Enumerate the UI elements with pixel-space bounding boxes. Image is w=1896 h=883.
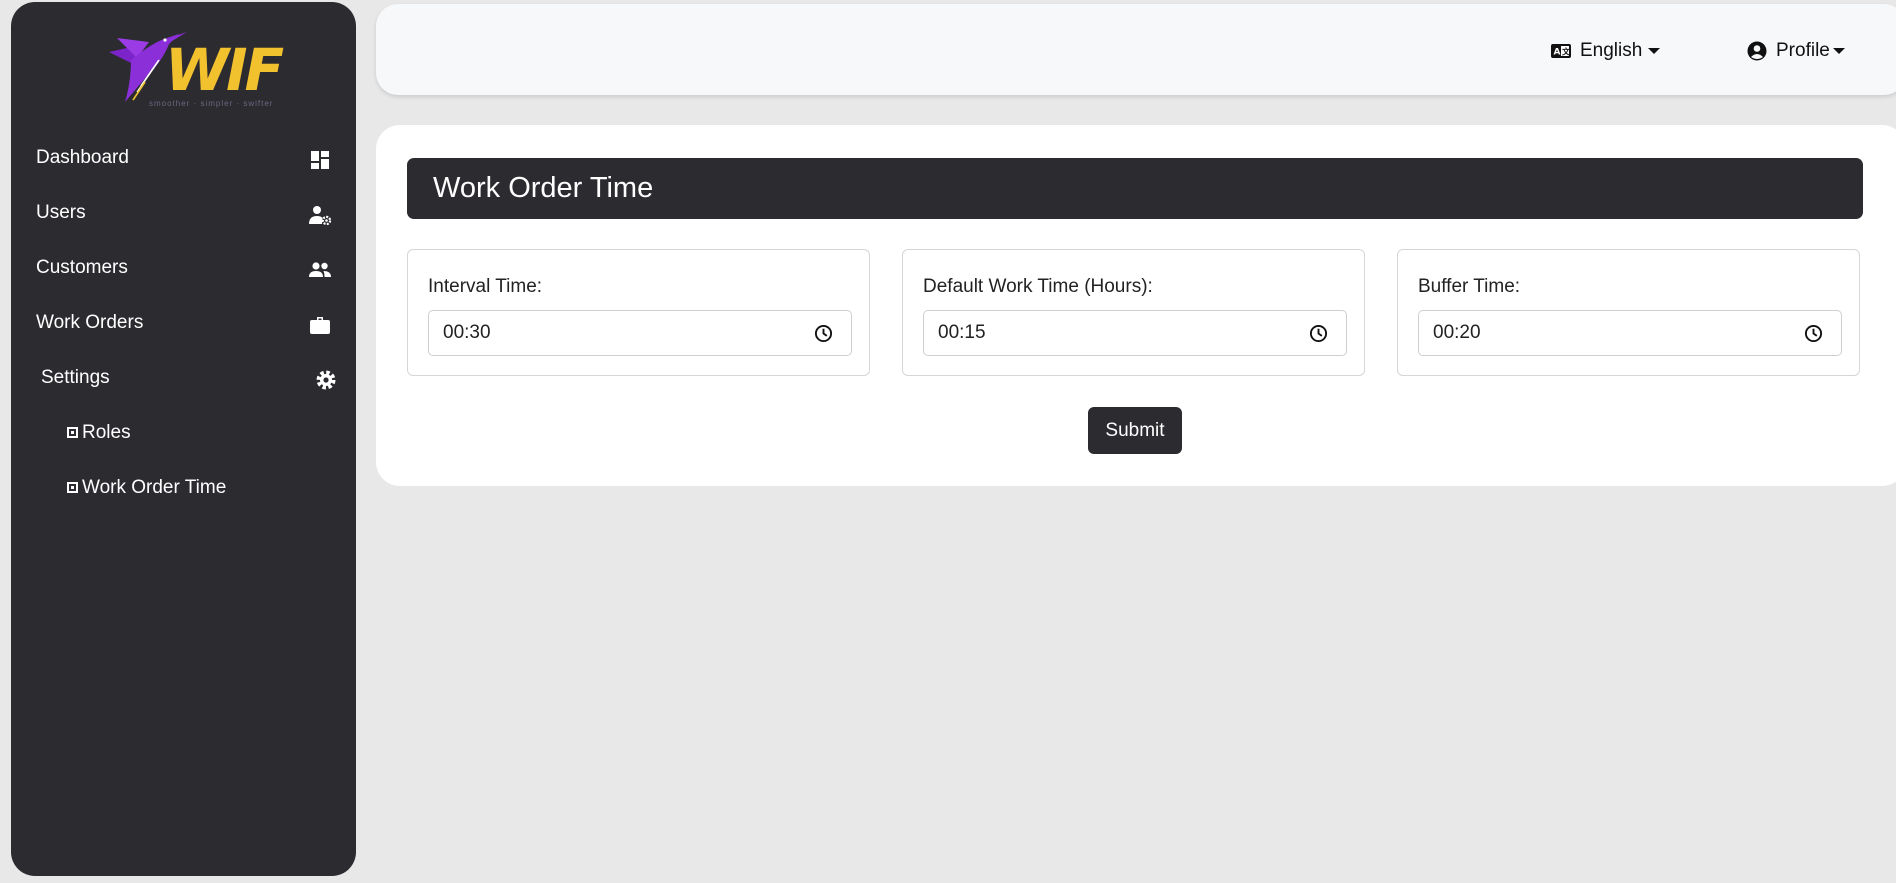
default-work-time-input[interactable]: 00:15 [923,310,1347,356]
language-label: English [1580,40,1643,61]
clock-icon[interactable] [1309,324,1328,343]
buffer-time-group: Buffer Time: 00:20 [1397,249,1860,376]
card-header: Work Order Time [407,158,1863,219]
default-work-time-value: 00:15 [938,322,986,343]
square-bullet-icon [67,482,78,493]
buffer-time-value: 00:20 [1433,322,1481,343]
caret-down-icon [1832,48,1845,54]
interval-time-value: 00:30 [443,322,491,343]
sidebar-item-label: Work Orders [36,312,144,333]
briefcase-icon [310,317,330,334]
sidebar-item-settings[interactable]: Settings [11,359,356,399]
page-title: Work Order Time [433,172,654,204]
caret-down-icon [1648,48,1661,54]
work-order-time-card: Work Order Time Interval Time: 00:30 Def… [376,125,1896,486]
sidebar-subitem-work-order-time[interactable]: Work Order Time [11,469,356,509]
sidebar-subitem-roles[interactable]: Roles [11,414,356,454]
submit-button[interactable]: Submit [1088,407,1182,454]
translate-icon: A 文 [1551,44,1571,58]
gear-icon [316,370,336,390]
default-work-time-group: Default Work Time (Hours): 00:15 [902,249,1365,376]
sidebar-subitem-label: Work Order Time [82,477,227,498]
buffer-time-input[interactable]: 00:20 [1418,310,1842,356]
users-icon [309,262,331,277]
svg-text:A: A [1554,48,1561,58]
sidebar-item-label: Dashboard [36,147,129,168]
sidebar-item-users[interactable]: Users [11,194,356,234]
user-gear-icon [309,206,332,226]
svg-text:文: 文 [1562,47,1571,57]
logo[interactable]: WIF smoother · simpler · swifter [107,30,284,112]
sidebar-item-label: Customers [36,257,128,278]
sidebar: WIF smoother · simpler · swifter Dashboa… [11,2,356,876]
sidebar-subitem: Roles [67,422,131,444]
clock-icon[interactable] [814,324,833,343]
sidebar-subitem: Work Order Time [67,477,226,499]
square-bullet-icon [67,427,78,438]
sidebar-item-customers[interactable]: Customers [11,249,356,289]
profile-label: Profile [1776,40,1830,61]
logo-wordmark: WIF [165,36,284,104]
sidebar-item-dashboard[interactable]: Dashboard [11,139,356,179]
sidebar-item-label: Users [36,202,86,223]
interval-time-label: Interval Time: [428,276,543,297]
sidebar-item-label: Settings [41,367,110,388]
buffer-time-label: Buffer Time: [1418,276,1521,297]
language-dropdown[interactable]: A 文 English [1551,36,1661,66]
top-navbar [376,4,1896,95]
sidebar-item-work-orders[interactable]: Work Orders [11,304,356,344]
interval-time-group: Interval Time: 00:30 [407,249,870,376]
interval-time-input[interactable]: 00:30 [428,310,852,356]
dashboard-icon [311,151,329,169]
sidebar-subitem-label: Roles [82,422,131,443]
profile-dropdown[interactable]: Profile [1747,36,1845,66]
user-circle-icon [1747,41,1767,61]
clock-icon[interactable] [1804,324,1823,343]
default-work-time-label: Default Work Time (Hours): [923,276,1153,297]
logo-tagline: smoother · simpler · swifter [149,99,274,108]
